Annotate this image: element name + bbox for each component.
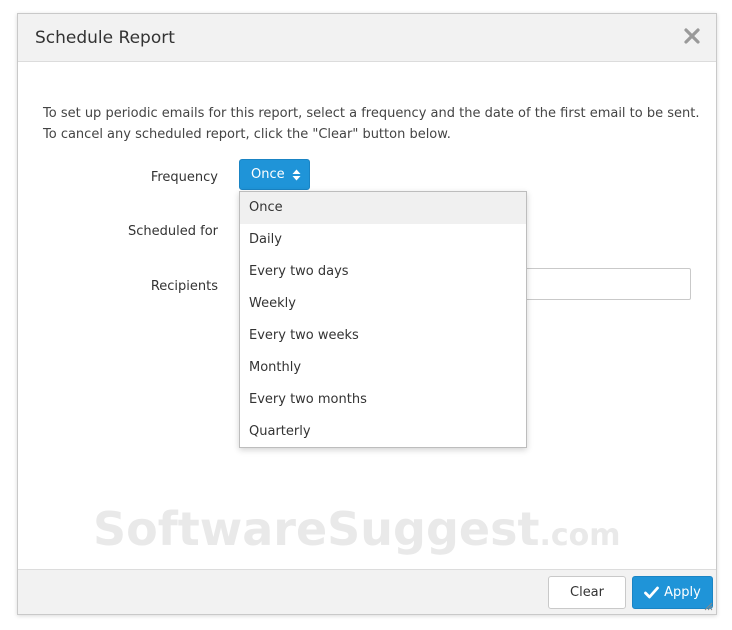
dropdown-option-monthly[interactable]: Monthly — [240, 352, 526, 384]
dropdown-option-every-two-days[interactable]: Every two days — [240, 256, 526, 288]
scheduled-for-label: Scheduled for — [128, 224, 218, 239]
recipients-input[interactable] — [523, 268, 691, 300]
recipients-label: Recipients — [150, 279, 218, 294]
dropdown-option-daily[interactable]: Daily — [240, 224, 526, 256]
dropdown-option-weekly[interactable]: Weekly — [240, 288, 526, 320]
check-icon — [644, 586, 660, 599]
apply-button-label: Apply — [664, 585, 701, 600]
frequency-dropdown-menu: Once Daily Every two days Weekly Every t… — [239, 191, 527, 448]
dialog-footer: Clear Apply — [18, 569, 716, 614]
watermark: SoftwareSuggest.com — [93, 502, 693, 556]
intro-text: To set up periodic emails for this repor… — [43, 106, 700, 142]
dialog-header: Schedule Report — [18, 14, 716, 62]
frequency-select-value: Once — [251, 167, 285, 182]
frequency-label: Frequency — [150, 170, 218, 185]
watermark-main: SoftwareSuggest — [93, 502, 540, 556]
dropdown-option-once[interactable]: Once — [240, 192, 526, 224]
resize-grip-icon[interactable] — [703, 601, 713, 611]
updown-icon — [292, 169, 301, 181]
dropdown-option-every-two-months[interactable]: Every two months — [240, 384, 526, 416]
frequency-select[interactable]: Once — [239, 159, 310, 190]
close-icon[interactable] — [682, 26, 702, 46]
schedule-report-dialog: Schedule Report To set up periodic email… — [17, 13, 717, 615]
dialog-title: Schedule Report — [35, 28, 175, 48]
watermark-suffix: .com — [539, 518, 621, 553]
dropdown-option-quarterly[interactable]: Quarterly — [240, 416, 526, 448]
clear-button[interactable]: Clear — [548, 576, 626, 609]
clear-button-label: Clear — [570, 585, 604, 600]
dropdown-option-every-two-weeks[interactable]: Every two weeks — [240, 320, 526, 352]
apply-button[interactable]: Apply — [632, 576, 713, 609]
